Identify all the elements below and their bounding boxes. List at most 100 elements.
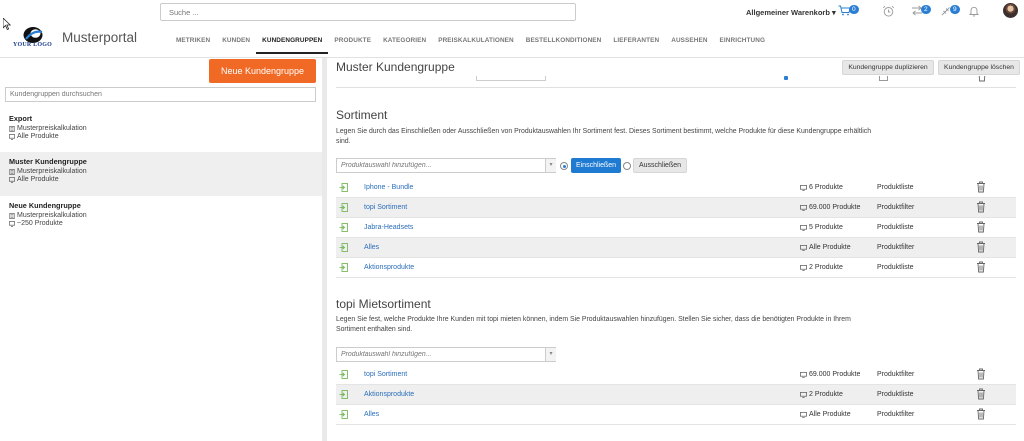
- product-selection-row: Iphone - Bundle 6 Produkte Produktliste: [336, 178, 1016, 198]
- group-products-label: Alle Produkte: [17, 133, 59, 140]
- selection-count-label: 69.000 Produkte: [809, 371, 861, 378]
- selection-count-label: Alle Produkte: [809, 411, 851, 418]
- chevron-down-icon[interactable]: ▾: [545, 348, 556, 361]
- customer-group-search-input[interactable]: [5, 87, 316, 102]
- trash-icon[interactable]: [976, 368, 986, 380]
- company-logo-icon: [23, 27, 43, 43]
- chevron-down-icon[interactable]: ▾: [545, 159, 556, 172]
- alarm-button[interactable]: [882, 5, 895, 17]
- delete-group-button[interactable]: Kundengruppe löschen: [938, 60, 1020, 75]
- exclude-radio[interactable]: [623, 162, 631, 170]
- miet-picker-input[interactable]: [336, 347, 556, 362]
- page-title: Muster Kundengruppe: [336, 60, 455, 74]
- trash-icon[interactable]: [976, 388, 986, 400]
- include-arrow-icon: [339, 223, 348, 232]
- selection-count-label: 5 Produkte: [809, 224, 843, 231]
- calculator-icon: [9, 168, 15, 175]
- selection-name-link[interactable]: topi Sortiment: [364, 204, 407, 211]
- trash-icon[interactable]: [976, 261, 986, 273]
- cart-selector[interactable]: Allgemeiner Warenkorb ▾: [746, 8, 836, 17]
- product-selection-row: topi Sortiment 69.000 Produkte Produktfilt…: [336, 198, 1016, 218]
- include-arrow-icon: [339, 263, 348, 272]
- selection-type: Produktliste: [877, 391, 914, 398]
- group-name: Muster Kundengruppe: [9, 157, 87, 166]
- nav-produkte[interactable]: PRODUKTE: [328, 37, 377, 54]
- sortiment-picker-input[interactable]: [336, 158, 556, 173]
- selection-type: Produktfilter: [877, 371, 915, 378]
- selection-type: Produktliste: [877, 264, 914, 271]
- product-selection-row: topi Sortiment 69.000 Produkte Produktfilt…: [336, 365, 1016, 385]
- cut-off-checkbox[interactable]: [879, 76, 888, 81]
- sortiment-title: Sortiment: [336, 108, 388, 122]
- selection-name-link[interactable]: Alles: [364, 244, 379, 251]
- group-calc-label: Musterpreiskalkulation: [17, 212, 87, 219]
- selection-count: 69.000 Produkte: [800, 371, 860, 378]
- selection-name-link[interactable]: topi Sortiment: [364, 371, 407, 378]
- selection-name-link[interactable]: Jabra-Headsets: [364, 224, 413, 231]
- selection-count: 69.000 Produkte: [800, 204, 860, 211]
- selection-count: Alle Produkte: [800, 411, 851, 418]
- sortiment-description: Legen Sie durch das Einschließen oder Au…: [336, 128, 872, 145]
- selection-count-label: Alle Produkte: [809, 244, 851, 251]
- group-products-line: Alle Produkte: [9, 176, 313, 183]
- exclude-button[interactable]: Ausschließen: [633, 158, 687, 173]
- selection-name-link[interactable]: Aktionsprodukte: [364, 264, 414, 271]
- selection-name-link[interactable]: Aktionsprodukte: [364, 391, 414, 398]
- include-arrow-icon: [339, 370, 348, 379]
- group-calc-label: Musterpreiskalkulation: [17, 125, 87, 132]
- global-search-input[interactable]: [160, 3, 576, 21]
- duplicate-group-button[interactable]: Kundengruppe duplizieren: [842, 60, 934, 75]
- transfers-badge: 2: [921, 4, 931, 14]
- nav-metriken[interactable]: METRIKEN: [170, 37, 216, 54]
- calculator-icon: [9, 125, 15, 132]
- group-calc-line: Musterpreiskalkulation: [9, 212, 313, 219]
- group-name: Neue Kundengruppe: [9, 201, 81, 210]
- nav-kategorien[interactable]: KATEGORIEN: [377, 37, 432, 54]
- nav-kundengruppen[interactable]: KUNDENGRUPPEN: [256, 37, 329, 54]
- new-customer-group-button[interactable]: Neue Kundengruppe: [209, 59, 316, 83]
- cut-off-radio[interactable]: [784, 76, 788, 80]
- selection-type: Produktfilter: [877, 411, 915, 418]
- nav-lieferanten[interactable]: LIEFERANTEN: [607, 37, 665, 54]
- customer-group-item[interactable]: Export Musterpreiskalkulation Alle Produ…: [0, 109, 322, 146]
- notifications-button[interactable]: [968, 5, 980, 17]
- nav-aussehen[interactable]: AUSSEHEN: [665, 37, 713, 54]
- selection-count-label: 69.000 Produkte: [809, 204, 861, 211]
- user-avatar[interactable]: [1003, 3, 1018, 18]
- include-button[interactable]: Einschließen: [571, 158, 621, 173]
- product-selection-row: Aktionsprodukte 2 Produkte Produktliste: [336, 385, 1016, 405]
- include-arrow-icon: [339, 410, 348, 419]
- monitor-icon: [9, 133, 15, 140]
- nav-kunden[interactable]: KUNDEN: [216, 37, 256, 54]
- top-header: Allgemeiner Warenkorb ▾ 0 2 9: [0, 0, 1024, 58]
- trash-icon[interactable]: [976, 241, 986, 253]
- transfers-button[interactable]: 2: [911, 4, 931, 16]
- cut-off-select[interactable]: [476, 76, 546, 81]
- selection-name-link[interactable]: Alles: [364, 411, 379, 418]
- scrolled-form-fields: [336, 76, 1016, 88]
- customer-group-item[interactable]: Muster Kundengruppe Musterpreiskalkulati…: [0, 152, 322, 196]
- alarm-clock-icon: [882, 5, 895, 17]
- selection-count: 2 Produkte: [800, 391, 843, 398]
- tasks-badge: 9: [950, 5, 960, 14]
- include-radio[interactable]: [560, 162, 568, 170]
- trash-icon[interactable]: [976, 221, 986, 233]
- cart-button[interactable]: 0: [838, 4, 859, 16]
- trash-icon[interactable]: [976, 201, 986, 213]
- customer-group-item[interactable]: Neue Kundengruppe Musterpreiskalkulation…: [0, 196, 322, 233]
- trash-icon[interactable]: [976, 408, 986, 420]
- trash-icon[interactable]: [976, 181, 986, 193]
- miet-title: topi Mietsortiment: [336, 297, 431, 311]
- nav-einrichtung[interactable]: EINRICHTUNG: [714, 37, 771, 54]
- product-selection-row: Alles Alle Produkte Produktfilter: [336, 238, 1016, 258]
- selection-name-link[interactable]: Iphone - Bundle: [364, 184, 413, 191]
- tasks-button[interactable]: 9: [940, 5, 960, 17]
- product-selection-row: Alles Alle Produkte Produktfilter: [336, 405, 1016, 425]
- monitor-icon: [9, 220, 15, 227]
- monitor-icon: [800, 411, 807, 418]
- nav-bestellkonditionen[interactable]: BESTELLKONDITIONEN: [520, 37, 608, 54]
- portal-title: Musterportal: [62, 30, 138, 45]
- trash-icon[interactable]: [977, 76, 987, 82]
- nav-preiskalkulationen[interactable]: PREISKALKULATIONEN: [432, 37, 520, 54]
- selection-type: Produktliste: [877, 184, 914, 191]
